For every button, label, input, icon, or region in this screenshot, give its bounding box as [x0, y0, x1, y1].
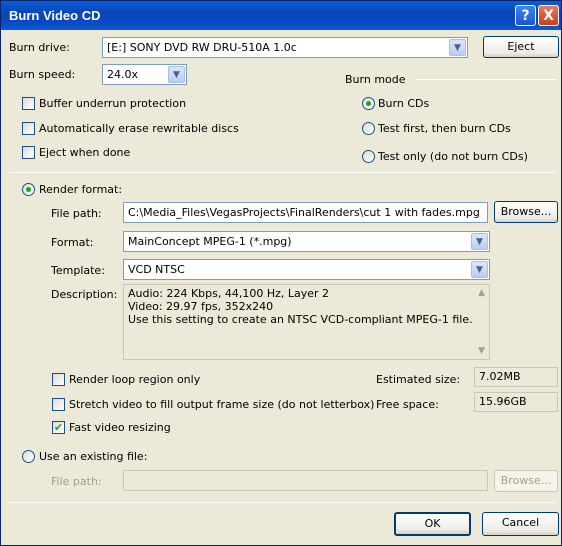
- radio-selected-dot: [26, 187, 31, 192]
- file-path-input[interactable]: C:\Media_Files\VegasProjects\FinalRender…: [123, 202, 488, 223]
- use-existing-label: Use an existing file:: [39, 450, 148, 463]
- eject-when-done-label: Eject when done: [39, 146, 131, 159]
- render-format-label: Render format:: [39, 183, 123, 196]
- close-icon: X: [543, 7, 554, 24]
- estimated-size-label: Estimated size:: [376, 373, 461, 386]
- loop-region-label: Render loop region only: [69, 373, 201, 386]
- chevron-down-icon[interactable]: ▼: [168, 66, 185, 83]
- buffer-underrun-checkbox[interactable]: [22, 97, 35, 110]
- burn-mode-divider: [415, 79, 557, 80]
- template-value: VCD NTSC: [128, 263, 185, 276]
- ok-button[interactable]: OK: [394, 512, 471, 536]
- burn-drive-select[interactable]: [E:] SONY DVD RW DRU-510A 1.0c ▼: [102, 37, 468, 58]
- cancel-button[interactable]: Cancel: [482, 512, 559, 536]
- help-icon: ?: [521, 7, 530, 24]
- loop-region-checkbox[interactable]: [52, 373, 65, 386]
- auto-erase-checkbox[interactable]: [22, 122, 35, 135]
- close-button[interactable]: X: [538, 5, 559, 26]
- scroll-down-icon[interactable]: ▼: [478, 346, 485, 356]
- help-button[interactable]: ?: [515, 5, 536, 26]
- browse-button[interactable]: Browse...: [494, 201, 558, 223]
- burn-mode-label: Burn mode: [345, 73, 406, 86]
- ok-button-label: OK: [424, 517, 441, 530]
- radio-selected-dot: [366, 101, 371, 106]
- test-first-label: Test first, then burn CDs: [378, 122, 511, 135]
- test-only-label: Test only (do not burn CDs): [378, 150, 528, 163]
- template-label: Template:: [51, 264, 105, 277]
- burn-speed-select[interactable]: 24.0x ▼: [102, 64, 187, 85]
- template-select[interactable]: VCD NTSC ▼: [123, 259, 490, 280]
- description-line: Video: 29.97 fps, 352x240: [128, 300, 274, 313]
- eject-button-label: Eject: [507, 40, 535, 53]
- description-line: Use this setting to create an NTSC VCD-c…: [128, 313, 473, 326]
- test-only-radio[interactable]: [362, 150, 375, 163]
- title-bar[interactable]: Burn Video CD ? X: [1, 1, 561, 30]
- file-path-value: C:\Media_Files\VegasProjects\FinalRender…: [128, 206, 480, 219]
- description-box[interactable]: Audio: 224 Kbps, 44,100 Hz, Layer 2 Vide…: [123, 284, 490, 360]
- format-label: Format:: [51, 236, 94, 249]
- free-space-text: 15.96GB: [479, 395, 527, 408]
- section-divider: [9, 172, 555, 173]
- free-space-label: Free space:: [376, 398, 439, 411]
- stretch-video-checkbox[interactable]: [52, 398, 65, 411]
- burn-speed-value: 24.0x: [107, 68, 139, 81]
- cancel-button-label: Cancel: [501, 516, 540, 529]
- burn-video-cd-dialog: Burn Video CD ? X Burn drive: [E:] SONY …: [0, 0, 562, 546]
- eject-button[interactable]: Eject: [483, 36, 559, 58]
- chevron-down-icon[interactable]: ▼: [449, 39, 466, 56]
- estimated-size-text: 7.02MB: [479, 370, 521, 383]
- burn-drive-label: Burn drive:: [9, 41, 70, 54]
- format-select[interactable]: MainConcept MPEG-1 (*.mpg) ▼: [123, 231, 490, 252]
- description-line: Audio: 224 Kbps, 44,100 Hz, Layer 2: [128, 287, 330, 300]
- file-path-label: File path:: [51, 207, 102, 220]
- eject-when-done-checkbox[interactable]: [22, 146, 35, 159]
- format-value: MainConcept MPEG-1 (*.mpg): [128, 235, 292, 248]
- chevron-down-icon[interactable]: ▼: [471, 261, 488, 278]
- existing-browse-button[interactable]: Browse...: [494, 470, 558, 492]
- burn-cds-radio[interactable]: [362, 97, 375, 110]
- existing-file-path-input[interactable]: [123, 470, 488, 491]
- fast-resize-checkbox[interactable]: ✔: [52, 421, 65, 434]
- estimated-size-value: 7.02MB: [474, 367, 558, 387]
- chevron-down-icon[interactable]: ▼: [471, 233, 488, 250]
- window-title: Burn Video CD: [9, 8, 101, 23]
- free-space-value: 15.96GB: [474, 392, 558, 412]
- use-existing-radio[interactable]: [22, 450, 35, 463]
- scroll-up-icon[interactable]: ▲: [478, 288, 485, 298]
- test-first-radio[interactable]: [362, 122, 375, 135]
- footer-divider: [9, 502, 555, 503]
- existing-browse-label: Browse...: [500, 474, 552, 487]
- description-label: Description:: [51, 288, 118, 301]
- existing-file-path-label: File path:: [51, 475, 102, 488]
- fast-resize-label: Fast video resizing: [69, 421, 171, 434]
- burn-speed-label: Burn speed:: [9, 68, 76, 81]
- auto-erase-label: Automatically erase rewritable discs: [39, 122, 239, 135]
- render-format-radio[interactable]: [22, 183, 35, 196]
- burn-drive-value: [E:] SONY DVD RW DRU-510A 1.0c: [107, 41, 297, 54]
- burn-cds-label: Burn CDs: [378, 97, 430, 110]
- stretch-video-label: Stretch video to fill output frame size …: [69, 398, 375, 411]
- buffer-underrun-label: Buffer underrun protection: [39, 97, 187, 110]
- browse-button-label: Browse...: [500, 205, 552, 218]
